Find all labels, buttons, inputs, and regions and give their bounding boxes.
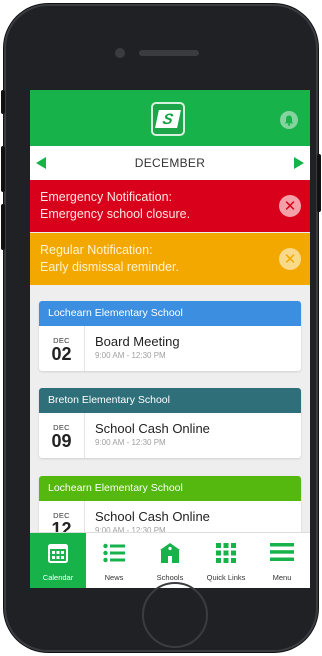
event-date-day: 09: [51, 431, 72, 451]
mute-switch: [1, 90, 5, 114]
bell-icon[interactable]: [280, 111, 298, 129]
event-title: Board Meeting: [95, 334, 180, 349]
event-date: DEC 09: [39, 413, 85, 458]
event-time: 9:00 AM - 12:30 PM: [95, 351, 166, 360]
notification-message: Early dismissal reminder.: [40, 260, 179, 274]
notification-title: Emergency Notification:: [40, 190, 173, 204]
event-school-name: Lochearn Elementary School: [39, 301, 301, 326]
event-school-name: Breton Elementary School: [39, 388, 301, 413]
nav-item-news[interactable]: News: [86, 533, 142, 588]
app-logo[interactable]: S: [151, 102, 185, 136]
app-screen: S DECEMBER Emergency Notification: Emerg…: [30, 90, 310, 588]
dismiss-notification-close-icon[interactable]: ✕: [279, 248, 301, 270]
notification-title: Regular Notification:: [40, 243, 153, 257]
calendar-icon: [48, 543, 68, 568]
emergency-notification[interactable]: Emergency Notification: Emergency school…: [30, 180, 310, 232]
event-title: School Cash Online: [95, 421, 210, 436]
volume-up-button: [1, 146, 5, 192]
nav-item-label: Schools: [156, 573, 184, 582]
current-month-label: DECEMBER: [134, 156, 206, 170]
event-date-day: 02: [51, 344, 72, 364]
front-camera: [115, 48, 125, 58]
event-date: DEC 02: [39, 326, 85, 371]
grid-icon: [216, 543, 236, 568]
phone-frame: S DECEMBER Emergency Notification: Emerg…: [1, 4, 321, 652]
nav-item-calendar[interactable]: Calendar: [30, 533, 86, 588]
power-button: [317, 154, 321, 212]
app-header: S: [30, 90, 310, 146]
nav-item-schools[interactable]: Schools: [142, 533, 198, 588]
dismiss-notification-close-icon[interactable]: ✕: [279, 195, 301, 217]
event-time: 9:00 AM - 12:30 PM: [95, 438, 166, 447]
regular-notification[interactable]: Regular Notification: Early dismissal re…: [30, 233, 310, 285]
earpiece-speaker: [139, 50, 199, 56]
hamburger-menu-icon: [270, 543, 294, 566]
nav-item-label: Menu: [272, 573, 292, 582]
next-month-arrow-icon[interactable]: [294, 157, 304, 169]
nav-item-label: News: [104, 573, 124, 582]
event-title: School Cash Online: [95, 509, 210, 524]
logo-mark: S: [155, 110, 181, 128]
event-school-name: Lochearn Elementary School: [39, 476, 301, 501]
nav-item-label: Quick Links: [206, 573, 246, 582]
bottom-navigation-bar: Calendar News Schools Quick Links Menu: [30, 532, 310, 588]
notification-message: Emergency school closure.: [40, 207, 191, 221]
nav-item-quick-links[interactable]: Quick Links: [198, 533, 254, 588]
nav-item-menu[interactable]: Menu: [254, 533, 310, 588]
home-button[interactable]: [142, 582, 208, 648]
nav-item-label: Calendar: [42, 573, 74, 582]
volume-down-button: [1, 204, 5, 250]
event-card[interactable]: Lochearn Elementary School DEC 02 Board …: [39, 301, 301, 371]
event-card[interactable]: Breton Elementary School DEC 09 School C…: [39, 388, 301, 458]
school-icon: [158, 543, 182, 568]
list-icon: [103, 543, 125, 568]
month-selector: DECEMBER: [30, 146, 310, 180]
